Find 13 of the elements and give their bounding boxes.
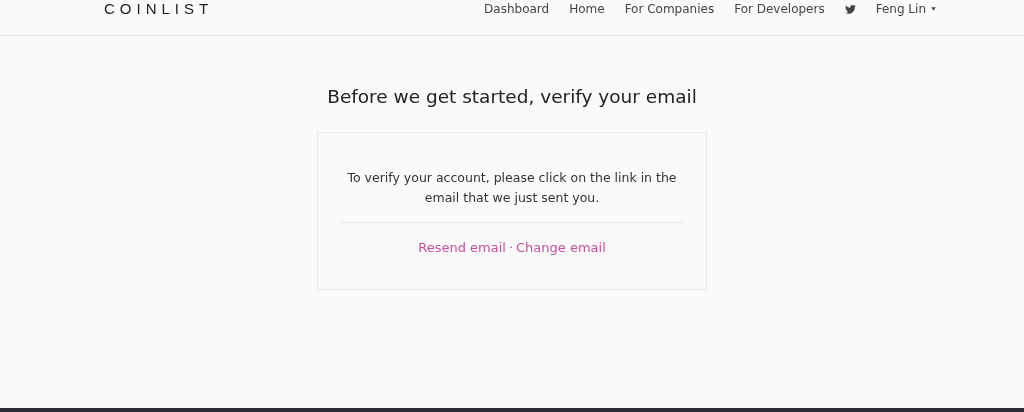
- message-text: To verify your account, please click on the link in the email that we just sent you.: [346, 169, 678, 207]
- nav-link[interactable]: For Developers: [734, 1, 825, 17]
- nav-link[interactable]: Dashboard: [484, 1, 550, 17]
- nav-link[interactable]: For Companies: [624, 1, 715, 17]
- nav-link[interactable]: Home: [569, 1, 605, 17]
- caret-icon: [931, 7, 936, 11]
- bird-icon[interactable]: [844, 4, 856, 14]
- email-link[interactable]: Resend email: [418, 240, 506, 255]
- logo[interactable]: COINLIST: [104, 1, 214, 17]
- page-title: Before we get started, verify your email: [327, 86, 697, 108]
- email-link[interactable]: Change email: [516, 240, 606, 255]
- separator-dot: ·: [508, 240, 514, 255]
- user-menu[interactable]: Feng Lin: [875, 1, 936, 17]
